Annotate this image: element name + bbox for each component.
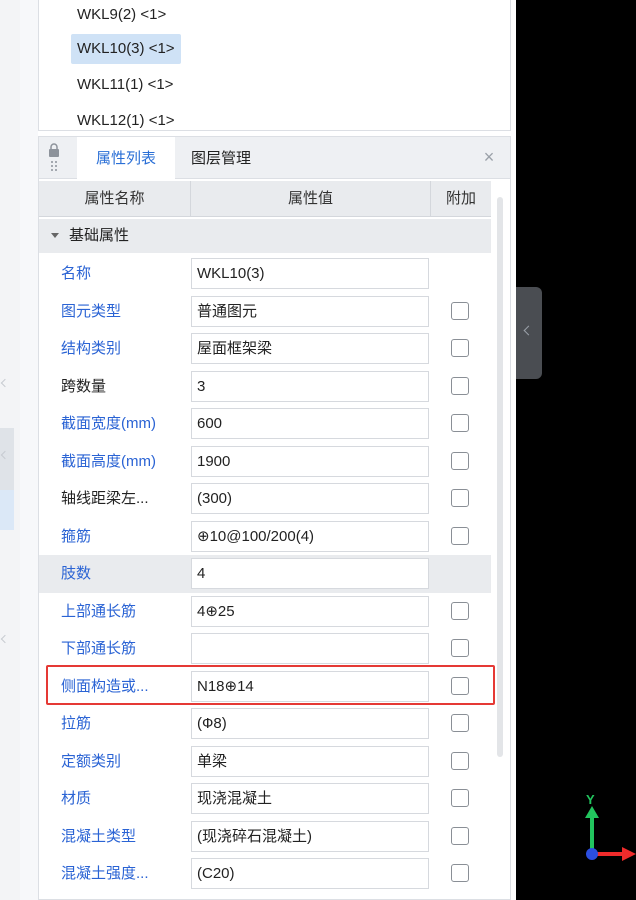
tab-layer-management[interactable]: 图层管理 — [179, 137, 263, 179]
axis-gizmo: Y — [585, 792, 636, 861]
chevron-icon — [0, 378, 10, 388]
column-header-name: 属性名称 — [39, 181, 191, 217]
property-row[interactable]: 跨数量 3 — [39, 368, 491, 406]
property-name: 拉筋 — [61, 715, 92, 732]
attach-checkbox[interactable] — [451, 751, 469, 770]
property-row[interactable]: 下部通长筋 — [39, 630, 491, 668]
attach-checkbox[interactable] — [451, 826, 469, 845]
grid-header: 属性名称 属性值 附加 — [39, 181, 491, 217]
property-value-field[interactable]: 单梁 — [191, 745, 429, 777]
attach-checkbox[interactable] — [451, 864, 469, 882]
attach-checkbox[interactable] — [451, 526, 469, 545]
3d-viewport[interactable] — [516, 0, 636, 900]
property-name: 肢数 — [61, 565, 92, 582]
left-panel-section — [0, 0, 14, 300]
property-row[interactable]: 上部通长筋 4⊕25 — [39, 593, 491, 631]
lock-icon[interactable] — [47, 143, 61, 173]
property-row[interactable]: 结构类别 屋面框架梁 — [39, 330, 491, 368]
left-panel-section-highlight — [0, 490, 14, 530]
left-panel-edge — [0, 0, 20, 900]
property-name: 混凝土类型 — [61, 827, 137, 845]
attach-checkbox[interactable] — [451, 451, 469, 470]
property-row[interactable]: 材质 现浇混凝土 — [39, 780, 491, 818]
highlight-box — [46, 665, 495, 705]
properties-panel: 属性列表 图层管理 × 属性名称 属性值 附加 基础属性 名称 WKL10(3) 图… — [38, 136, 511, 900]
attach-checkbox[interactable] — [451, 489, 469, 507]
component-tree: WKL9(2) <1> WKL10(3) <1> WKL11(1) <1> WK… — [38, 0, 511, 131]
tree-item[interactable]: WKL9(2) <1> — [71, 0, 172, 30]
tree-item-selected[interactable]: WKL10(3) <1> — [71, 34, 181, 64]
property-name: 箍筋 — [61, 527, 92, 545]
property-name: 截面高度(mm) — [61, 452, 156, 470]
axis-label-y: Y — [586, 792, 595, 807]
property-row[interactable]: 截面高度(mm) 1900 — [39, 443, 491, 481]
property-row[interactable]: 名称 WKL10(3) — [39, 255, 491, 293]
property-name: 上部通长筋 — [61, 602, 137, 620]
attach-checkbox[interactable] — [451, 639, 469, 657]
tree-item[interactable]: WKL12(1) <1> — [71, 106, 181, 130]
attach-checkbox[interactable] — [451, 339, 469, 357]
property-value-field[interactable]: 4⊕25 — [191, 595, 429, 627]
group-row-basic[interactable]: 基础属性 — [39, 219, 491, 253]
chevron-left-icon — [523, 325, 534, 336]
caret-down-icon[interactable] — [51, 233, 59, 238]
x-axis-arrow — [622, 847, 636, 861]
property-name: 截面宽度(mm) — [61, 415, 156, 432]
attach-checkbox[interactable] — [451, 301, 469, 320]
column-header-extra: 附加 — [445, 190, 476, 207]
property-value-field[interactable]: (C20) — [191, 858, 429, 889]
property-row[interactable]: 轴线距梁左... (300) — [39, 480, 491, 518]
property-name: 图元类型 — [61, 302, 122, 320]
collapse-panel-handle[interactable] — [516, 287, 542, 379]
tab-property-list[interactable]: 属性列表 — [77, 137, 175, 179]
panel-gutter — [20, 0, 38, 900]
attach-checkbox[interactable] — [451, 789, 469, 807]
attach-checkbox[interactable] — [451, 376, 469, 395]
property-value-field[interactable] — [191, 633, 429, 664]
property-row[interactable]: 截面宽度(mm) 600 — [39, 405, 491, 443]
property-name: 结构类别 — [61, 340, 122, 357]
property-value-field[interactable]: 4 — [191, 558, 429, 589]
tree-item[interactable]: WKL11(1) <1> — [71, 70, 179, 100]
properties-tab-bar: 属性列表 图层管理 × — [39, 137, 510, 179]
column-header-value: 属性值 — [191, 181, 431, 217]
property-row[interactable]: 肢数 4 — [39, 555, 491, 593]
attach-checkbox[interactable] — [451, 714, 469, 732]
vertical-scrollbar[interactable] — [497, 197, 503, 757]
property-name: 名称 — [61, 265, 92, 282]
property-value-field[interactable]: 屋面框架梁 — [191, 333, 429, 364]
property-row[interactable]: 混凝土强度... (C20) — [39, 855, 491, 893]
attach-checkbox[interactable] — [451, 414, 469, 432]
property-value-field[interactable]: (现浇碎石混凝土) — [191, 820, 429, 852]
close-icon[interactable]: × — [480, 147, 498, 167]
property-value-field[interactable]: (300) — [191, 483, 429, 514]
property-value-field[interactable]: 普通图元 — [191, 295, 429, 327]
property-value-field[interactable]: WKL10(3) — [191, 258, 429, 289]
property-row[interactable]: 混凝土类型 (现浇碎石混凝土) — [39, 818, 491, 856]
property-name: 定额类别 — [61, 752, 122, 770]
property-value-field[interactable]: 600 — [191, 408, 429, 439]
property-value-field[interactable]: (Ф8) — [191, 708, 429, 739]
property-rows: 名称 WKL10(3) 图元类型 普通图元结构类别 屋面框架梁跨数量 3 截面宽度(mm) 6… — [39, 255, 491, 893]
y-axis-arrow — [585, 806, 599, 818]
property-name: 混凝土强度... — [61, 865, 149, 882]
property-row[interactable]: 拉筋 (Ф8) — [39, 705, 491, 743]
group-label: 基础属性 — [69, 227, 130, 244]
property-value-field[interactable]: 1900 — [191, 445, 429, 477]
property-value-field[interactable]: 现浇混凝土 — [191, 783, 429, 814]
property-value-field[interactable]: 3 — [191, 370, 429, 402]
property-row[interactable]: 定额类别 单梁 — [39, 743, 491, 781]
property-name: 材质 — [61, 790, 92, 807]
property-row[interactable]: 图元类型 普通图元 — [39, 293, 491, 331]
property-name: 轴线距梁左... — [61, 490, 149, 507]
left-panel-section-selected — [0, 428, 14, 490]
property-row[interactable]: 箍筋 ⊕10@100/200(4) — [39, 518, 491, 556]
attach-checkbox[interactable] — [451, 601, 469, 620]
property-value-field[interactable]: ⊕10@100/200(4) — [191, 520, 429, 552]
property-name: 跨数量 — [61, 377, 107, 395]
axis-origin — [586, 848, 598, 860]
chevron-icon — [0, 634, 10, 644]
property-name: 下部通长筋 — [61, 640, 137, 657]
